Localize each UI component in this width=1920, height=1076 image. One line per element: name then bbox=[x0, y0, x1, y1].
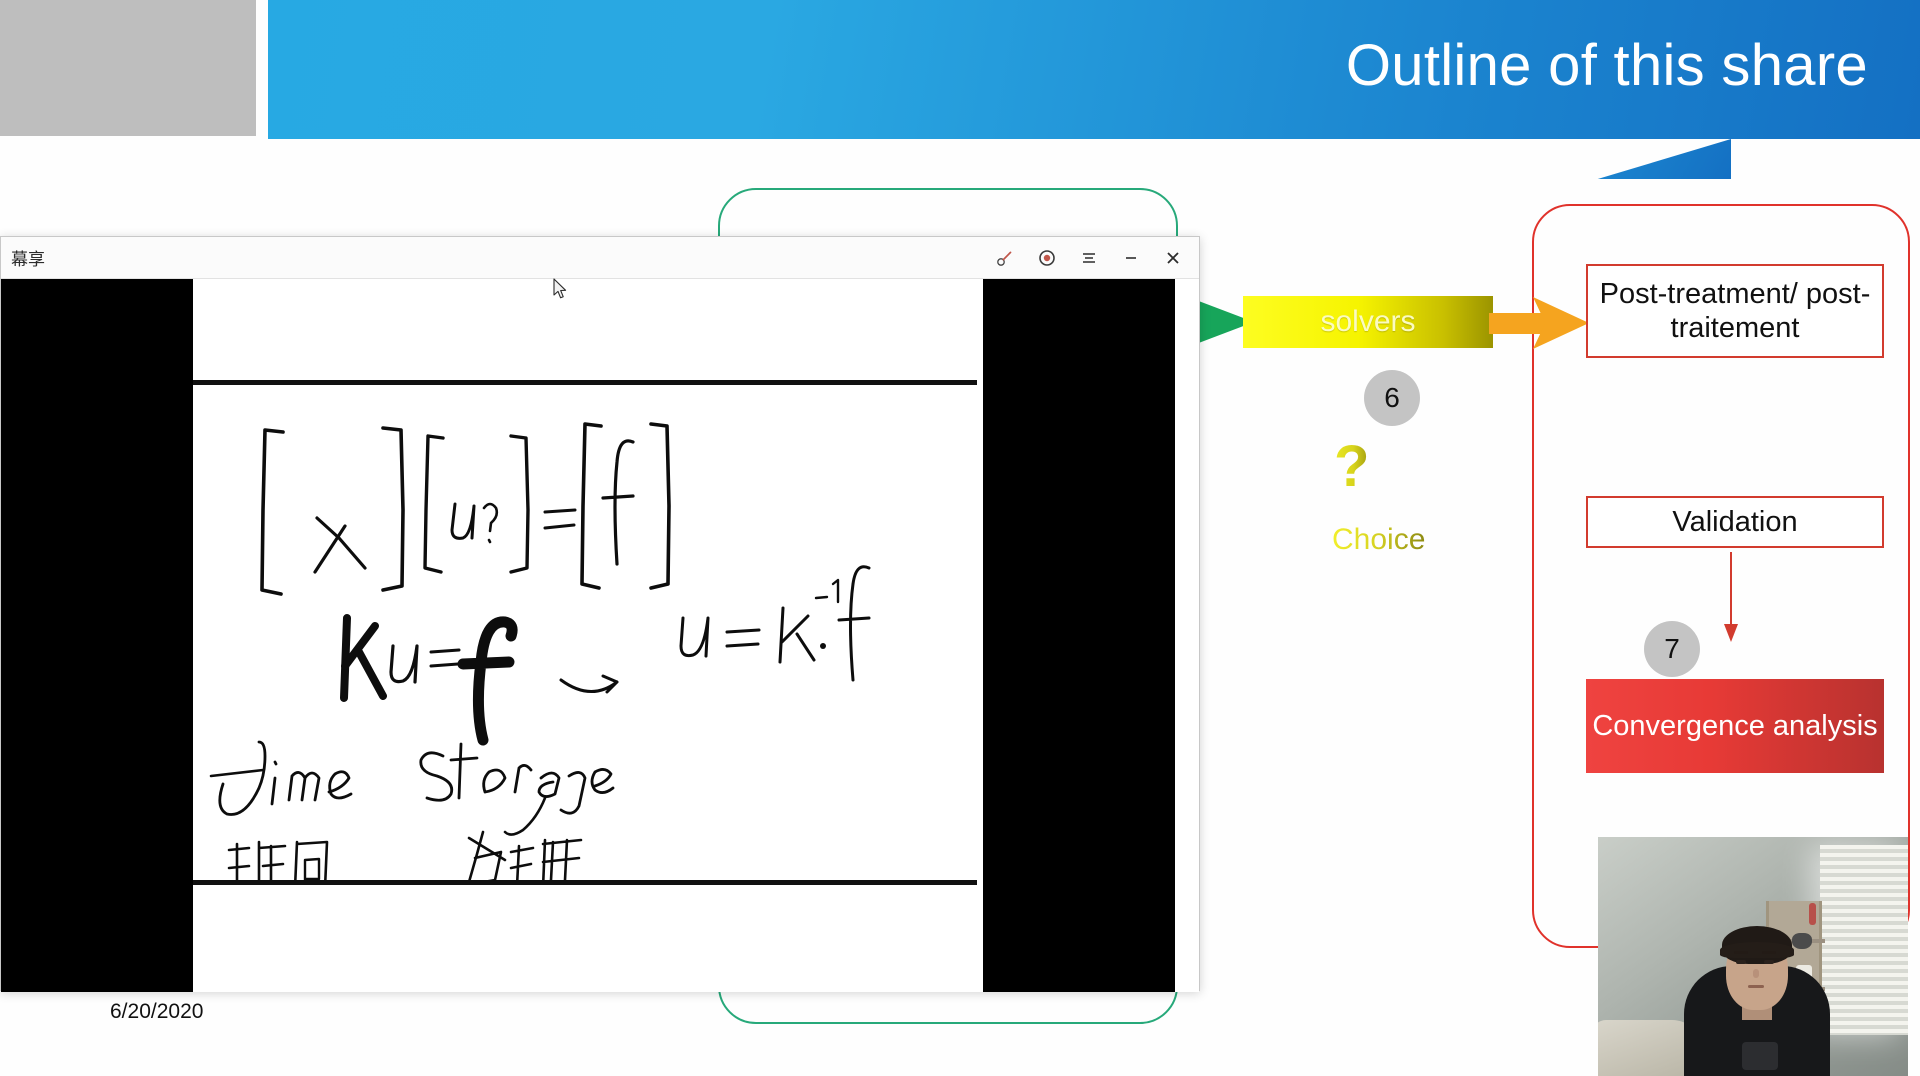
handwriting-svg bbox=[209, 422, 871, 880]
video-person-eye-right bbox=[1764, 960, 1774, 964]
mouse-cursor bbox=[553, 278, 567, 299]
video-person-eye-left bbox=[1736, 960, 1746, 964]
letterbox-right bbox=[983, 279, 1175, 992]
whiteboard-area bbox=[193, 279, 977, 992]
video-window-blinds bbox=[1820, 845, 1908, 1035]
video-person-brow-left bbox=[1734, 951, 1748, 954]
slide-gray-block bbox=[0, 0, 256, 136]
menu-icon[interactable] bbox=[1071, 242, 1107, 274]
solvers-box: solvers bbox=[1243, 296, 1493, 348]
presenter-video-feed[interactable] bbox=[1598, 837, 1908, 1076]
window-controls bbox=[987, 237, 1191, 279]
red-down-arrow-icon bbox=[1723, 552, 1739, 644]
convergence-analysis-box: Convergence analysis bbox=[1586, 679, 1884, 773]
validation-box: Validation bbox=[1586, 496, 1884, 548]
whiteboard-divider-bottom bbox=[193, 880, 977, 885]
screen: Outline of this share solvers 6 ? Choice… bbox=[0, 0, 1920, 1076]
letterbox-left bbox=[1, 279, 193, 992]
step-badge-6: 6 bbox=[1364, 370, 1420, 426]
video-person-brow-right bbox=[1762, 951, 1776, 954]
video-person-nose bbox=[1753, 969, 1759, 978]
choice-label: Choice bbox=[1332, 523, 1426, 556]
slide-title-banner: Outline of this share bbox=[268, 0, 1920, 139]
orange-arrow-icon bbox=[1489, 297, 1589, 349]
banner-tail-shape bbox=[1597, 139, 1731, 179]
pen-icon[interactable] bbox=[987, 242, 1023, 274]
post-treatment-box: Post-treatment/ post-traitement bbox=[1586, 264, 1884, 358]
shared-screen-content bbox=[1, 279, 1199, 992]
screen-share-window[interactable]: 幕享 bbox=[0, 236, 1200, 992]
window-titlebar[interactable]: 幕享 bbox=[1, 237, 1199, 279]
slide-date: 6/20/2020 bbox=[110, 1000, 204, 1023]
solvers-label: solvers bbox=[1320, 305, 1416, 338]
step-badge-7: 7 bbox=[1644, 621, 1700, 677]
close-icon[interactable] bbox=[1155, 242, 1191, 274]
page-title: Outline of this share bbox=[1345, 33, 1868, 98]
record-icon[interactable] bbox=[1029, 242, 1065, 274]
video-shelf-item-1 bbox=[1792, 933, 1812, 949]
minimize-icon[interactable] bbox=[1113, 242, 1149, 274]
video-person-mouth bbox=[1748, 985, 1764, 988]
question-mark-label: ? bbox=[1334, 434, 1370, 499]
video-person-hair bbox=[1720, 926, 1794, 964]
window-title: 幕享 bbox=[11, 250, 45, 269]
video-shelf-item-3 bbox=[1809, 903, 1816, 925]
